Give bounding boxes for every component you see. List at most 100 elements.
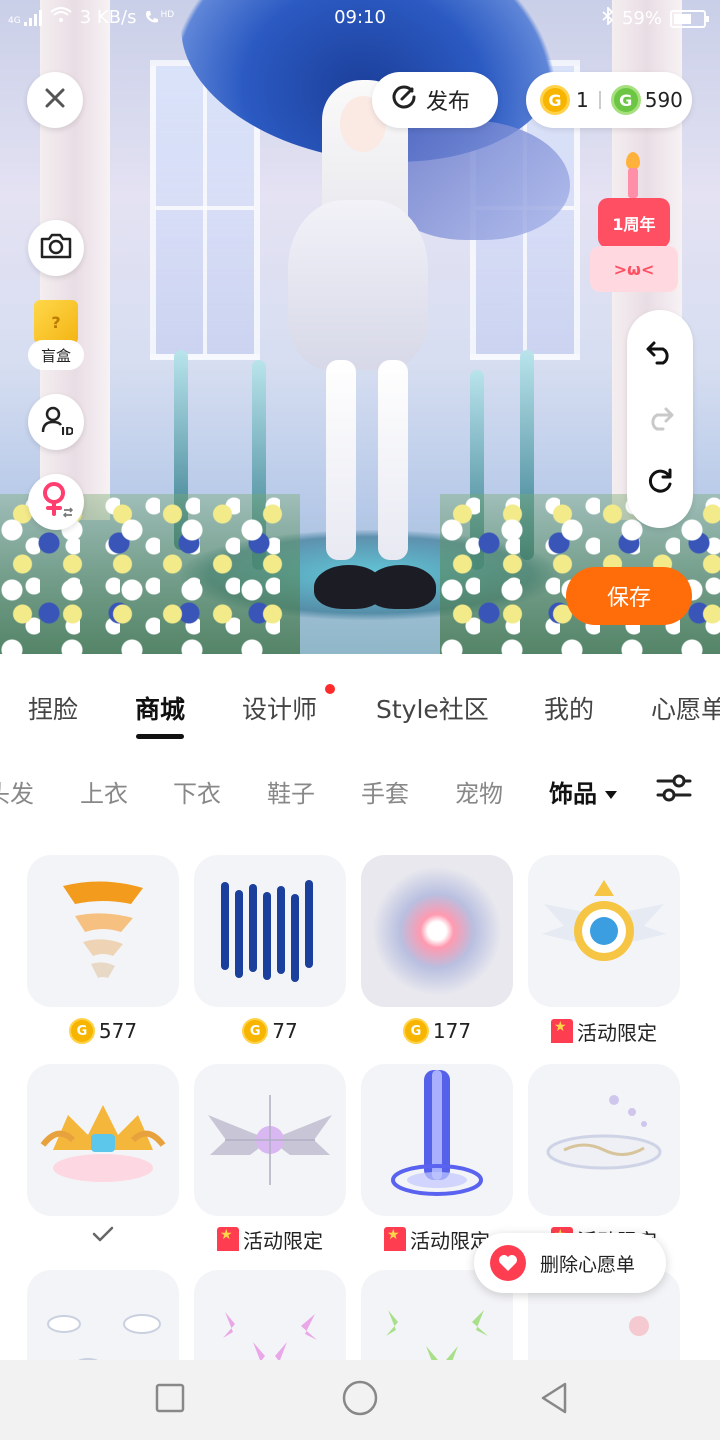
- item-price-value: 77: [272, 1019, 298, 1043]
- candle-icon: [628, 168, 638, 198]
- item-price: G 77: [194, 1014, 346, 1048]
- save-button[interactable]: 保存: [566, 567, 692, 625]
- tab-designer[interactable]: 设计师: [242, 690, 317, 726]
- tab-label: Style社区: [376, 695, 489, 724]
- category-label: 上衣: [80, 780, 128, 808]
- item-tile-tornado-ribbon[interactable]: [27, 855, 179, 1007]
- tab-mine[interactable]: 我的: [544, 690, 594, 726]
- tab-label: 商城: [135, 695, 186, 724]
- tab-wishlist[interactable]: 心愿单: [651, 690, 720, 726]
- item-tile-pink-butterflies[interactable]: [194, 1270, 346, 1360]
- home-button[interactable]: [340, 1380, 380, 1420]
- blue-light-beam-icon: [391, 1070, 483, 1196]
- category-tab-bar: 头发 上衣 下衣 鞋子 手套 宠物 饰品: [0, 754, 720, 830]
- item-tile-blue-bars[interactable]: [194, 855, 346, 1007]
- tornado-ribbon-icon: [63, 881, 143, 978]
- category-bottoms[interactable]: 下衣: [173, 774, 221, 809]
- square-icon: [154, 1382, 186, 1418]
- gold-coin-icon: G: [68, 1018, 95, 1044]
- item-tile-floating-platform[interactable]: [528, 1064, 680, 1216]
- main-tab-bar: 捏脸 商城 设计师 Style社区 我的 心愿单: [0, 654, 720, 754]
- item-price: G 577: [27, 1014, 179, 1048]
- female-swap-icon: [38, 480, 74, 524]
- item-tile-silver-wings[interactable]: [194, 1064, 346, 1216]
- battery-level: [674, 13, 691, 24]
- camera-button[interactable]: [28, 220, 84, 276]
- close-button[interactable]: [27, 72, 83, 128]
- remove-wishlist-label: 删除心愿单: [540, 1253, 636, 1276]
- chevron-down-icon: [605, 791, 617, 799]
- winged-emblem-icon: [542, 880, 666, 961]
- event-limited-icon: [384, 1227, 406, 1251]
- heart-icon: [490, 1245, 526, 1281]
- redo-button[interactable]: [627, 392, 693, 448]
- tab-store[interactable]: 商城: [135, 690, 186, 739]
- triangle-back-icon: [537, 1381, 571, 1419]
- blue-bars-icon: [221, 880, 313, 982]
- item-tag: 活动限定: [194, 1222, 346, 1256]
- item-tile-clouds[interactable]: [27, 1270, 179, 1360]
- undo-button[interactable]: [627, 326, 693, 382]
- user-id-button[interactable]: ID: [28, 394, 84, 450]
- currency-panel[interactable]: G 1 G 590: [526, 72, 692, 128]
- redo-icon: [645, 405, 675, 435]
- category-hair[interactable]: 头发: [0, 774, 34, 809]
- item-tile-glow-orb[interactable]: [361, 855, 513, 1007]
- item-tile-blue-beam[interactable]: [361, 1064, 513, 1216]
- item-tag-label: 活动限定: [243, 1228, 323, 1253]
- anniversary-badge[interactable]: 1周年 >ω<: [584, 152, 684, 298]
- active-tab-indicator: [136, 734, 184, 739]
- category-tops[interactable]: 上衣: [80, 774, 128, 809]
- owned-check-icon: [92, 1224, 114, 1249]
- recent-apps-button[interactable]: [150, 1380, 190, 1420]
- tab-face[interactable]: 捏脸: [28, 690, 78, 726]
- item-price-value: 177: [432, 1019, 472, 1043]
- battery-percent: 59%: [621, 8, 662, 29]
- notification-dot: [325, 684, 335, 694]
- reset-icon: [645, 467, 675, 501]
- golden-crown-icon: [40, 1105, 166, 1182]
- blind-box-icon: ?: [34, 300, 78, 344]
- pink-butterflies-icon: [223, 1312, 317, 1360]
- filter-sliders-icon: [654, 774, 694, 812]
- reset-button[interactable]: [627, 456, 693, 512]
- filter-button[interactable]: [654, 768, 694, 808]
- item-tile-golden-crown[interactable]: [27, 1064, 179, 1216]
- silver-wings-icon: [208, 1095, 332, 1185]
- tab-label: 设计师: [242, 695, 318, 724]
- category-label: 宠物: [455, 780, 503, 808]
- avatar-shoe: [366, 565, 436, 609]
- blind-box-label: 盲盒: [28, 340, 84, 370]
- item-tag: 活动限定: [528, 1014, 680, 1048]
- category-pets[interactable]: 宠物: [455, 774, 503, 809]
- publish-icon: [390, 83, 418, 117]
- item-price-value: 577: [98, 1019, 138, 1043]
- edit-history-panel: [627, 310, 693, 528]
- battery-icon: [670, 9, 709, 28]
- item-tag-label: 活动限定: [577, 1020, 657, 1045]
- blind-box-button[interactable]: ? 盲盒: [28, 300, 84, 370]
- publish-label: 发布: [426, 90, 471, 115]
- back-button[interactable]: [534, 1380, 574, 1420]
- event-limited-icon: [551, 1019, 573, 1043]
- event-limited-icon: [217, 1227, 239, 1251]
- gender-switch-button[interactable]: [28, 474, 84, 530]
- remove-wishlist-button[interactable]: 删除心愿单: [474, 1233, 666, 1293]
- tab-style-community[interactable]: Style社区: [376, 690, 489, 726]
- undo-icon: [645, 339, 675, 369]
- camera-icon: [39, 232, 73, 264]
- category-shoes[interactable]: 鞋子: [267, 774, 315, 809]
- publish-button[interactable]: 发布: [372, 72, 498, 128]
- item-tile-winged-emblem[interactable]: [528, 855, 680, 1007]
- pink-flowers-icon: [629, 1316, 649, 1336]
- status-bar: 4G 3 KB/s HD 09:10 59%: [0, 0, 720, 36]
- avatar-dress: [288, 200, 428, 370]
- svg-text:ID: ID: [61, 425, 73, 437]
- gold-coin-icon: G: [540, 85, 570, 115]
- clouds-icon: [47, 1314, 161, 1360]
- green-coin-amount: 590: [644, 88, 683, 112]
- close-icon: [44, 87, 66, 113]
- gold-coin-icon: G: [242, 1018, 269, 1044]
- category-gloves[interactable]: 手套: [361, 774, 409, 809]
- category-accessories[interactable]: 饰品: [549, 774, 617, 809]
